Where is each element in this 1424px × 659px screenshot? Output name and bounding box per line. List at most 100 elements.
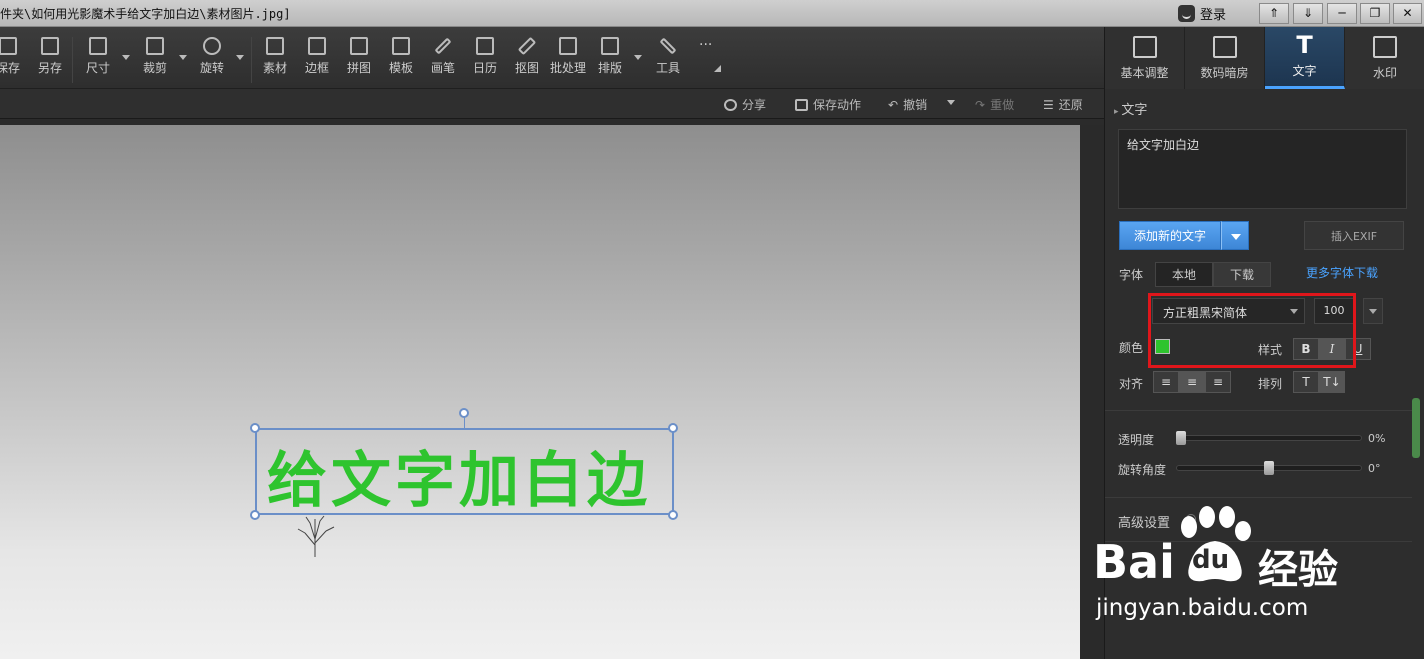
restore-icon: ☰: [1043, 97, 1054, 112]
color-label: 颜色: [1119, 341, 1144, 355]
add-text-button[interactable]: 添加新的文字: [1119, 221, 1221, 250]
tab-darkroom[interactable]: 数码暗房: [1185, 27, 1265, 89]
window-up-button[interactable]: ⇑: [1259, 3, 1289, 24]
highlight-annotation-box: [1148, 293, 1356, 368]
font-label: 字体: [1119, 268, 1144, 282]
crop-dropdown-icon[interactable]: [179, 55, 187, 60]
camera-icon: [1212, 35, 1237, 58]
resize-handle-top-right[interactable]: [668, 423, 678, 433]
share-icon: [724, 98, 737, 111]
watermark-url: jingyan.baidu.com: [1096, 595, 1309, 621]
canvas-text-overlay[interactable]: 给文字加白边: [267, 432, 651, 519]
font-tab-download[interactable]: 下载: [1213, 262, 1271, 287]
material-button[interactable]: 素材: [263, 37, 287, 76]
pen-icon: [517, 36, 537, 56]
tools-button[interactable]: 工具: [656, 37, 680, 76]
add-text-dropdown-icon[interactable]: [1221, 221, 1249, 250]
photo[interactable]: [0, 125, 1080, 659]
window-menu-button[interactable]: ⇓: [1293, 3, 1323, 24]
save-action-button[interactable]: 保存动作: [795, 96, 861, 113]
resize-dropdown-icon[interactable]: [122, 55, 130, 60]
collage-button[interactable]: 拼图: [347, 37, 371, 76]
border-button[interactable]: 边框: [305, 37, 329, 76]
rotate-icon: [203, 37, 221, 55]
save-button[interactable]: 保存: [0, 37, 20, 76]
layout-button[interactable]: 排版: [598, 37, 622, 76]
resize-handle-bottom-right[interactable]: [668, 510, 678, 520]
wrench-icon: [659, 37, 677, 55]
insert-exif-button[interactable]: 插入EXIF: [1304, 221, 1404, 250]
window-minimize-button[interactable]: ─: [1327, 3, 1357, 24]
undo-dropdown-icon[interactable]: [947, 100, 955, 105]
batch-icon: [559, 37, 577, 55]
baidu-watermark: Bai du 经验 jingyan.baidu.com: [1090, 505, 1420, 655]
align-center-icon[interactable]: ≡: [1179, 371, 1205, 393]
login-label: 登录: [1200, 8, 1227, 23]
redo-icon: ↷: [975, 97, 986, 112]
align-label: 对齐: [1119, 377, 1144, 391]
save-as-button[interactable]: 另存: [38, 37, 62, 76]
undo-button[interactable]: ↶ 撤销: [888, 96, 927, 113]
align-right-icon[interactable]: ≡: [1205, 371, 1231, 393]
adjust-icon: [1132, 35, 1157, 58]
save-icon: [0, 37, 17, 55]
more-fonts-link[interactable]: 更多字体下载: [1306, 264, 1378, 281]
divider: [1105, 497, 1412, 498]
rotation-value: 0°: [1368, 462, 1381, 475]
undo-icon: ↶: [888, 97, 899, 112]
opacity-slider-knob[interactable]: [1176, 431, 1186, 445]
arrange-label: 排列: [1258, 377, 1283, 391]
template-icon: [392, 37, 410, 55]
save-as-icon: [41, 37, 59, 55]
window-title: 件夹\如何用光影魔术手给文字加白边\素材图片.jpg]: [0, 7, 291, 21]
opacity-slider[interactable]: [1176, 435, 1362, 441]
panel-scrollbar[interactable]: [1412, 398, 1420, 458]
font-size-dropdown-icon[interactable]: [1363, 298, 1383, 324]
brand-bai: Bai: [1093, 535, 1175, 589]
brand-du: du: [1192, 545, 1230, 575]
calendar-button[interactable]: 日历: [473, 37, 497, 76]
more-tools-button[interactable]: ···: [699, 37, 712, 53]
opacity-label: 透明度: [1118, 433, 1155, 447]
crop-button[interactable]: 裁剪: [143, 37, 167, 76]
resize-button[interactable]: 尺寸: [86, 37, 110, 76]
toolbar-divider: [251, 37, 252, 83]
border-icon: [308, 37, 326, 55]
vertical-text-icon[interactable]: T↓: [1319, 371, 1345, 393]
redo-button[interactable]: ↷ 重做: [975, 96, 1014, 113]
layout-icon: [601, 37, 619, 55]
rotation-label: 旋转角度: [1118, 463, 1167, 477]
watermark-icon: [1373, 35, 1397, 58]
align-left-icon[interactable]: ≡: [1153, 371, 1179, 393]
window-close-button[interactable]: ✕: [1393, 3, 1422, 24]
tab-basic-adjust[interactable]: 基本调整: [1105, 27, 1185, 89]
rotation-slider-knob[interactable]: [1264, 461, 1274, 475]
cutout-button[interactable]: 抠图: [515, 36, 539, 76]
rotate-handle[interactable]: [459, 408, 469, 418]
font-tab-local[interactable]: 本地: [1155, 262, 1213, 287]
resize-handle-bottom-left[interactable]: [250, 510, 260, 520]
batch-button[interactable]: 批处理: [550, 37, 586, 76]
resize-handle-top-left[interactable]: [250, 423, 260, 433]
grid-icon: [350, 37, 368, 55]
rotate-dropdown-icon[interactable]: [236, 55, 244, 60]
restore-button[interactable]: ☰ 还原: [1043, 96, 1083, 113]
crop-icon: [146, 37, 164, 55]
star-icon: [266, 37, 284, 55]
expand-corner-icon[interactable]: [714, 65, 721, 72]
user-face-icon: [1178, 5, 1195, 22]
template-button[interactable]: 模板: [389, 37, 413, 76]
rotate-button[interactable]: 旋转: [200, 37, 224, 76]
calendar-icon: [476, 37, 494, 55]
window-maximize-button[interactable]: ❐: [1360, 3, 1390, 24]
horizontal-text-icon[interactable]: T: [1293, 371, 1319, 393]
tab-text[interactable]: T 文字: [1265, 27, 1345, 89]
login-button[interactable]: 登录: [1178, 3, 1226, 24]
brush-button[interactable]: 画笔: [431, 37, 455, 76]
text-content-input[interactable]: 给文字加白边: [1118, 129, 1407, 209]
tab-watermark[interactable]: 水印: [1345, 27, 1424, 89]
brand-jingyan: 经验: [1258, 547, 1338, 593]
title-bar: 件夹\如何用光影魔术手给文字加白边\素材图片.jpg] 登录 ⇑ ⇓ ─ ❐ ✕: [0, 0, 1424, 27]
layout-dropdown-icon[interactable]: [634, 55, 642, 60]
share-button[interactable]: 分享: [724, 96, 766, 113]
